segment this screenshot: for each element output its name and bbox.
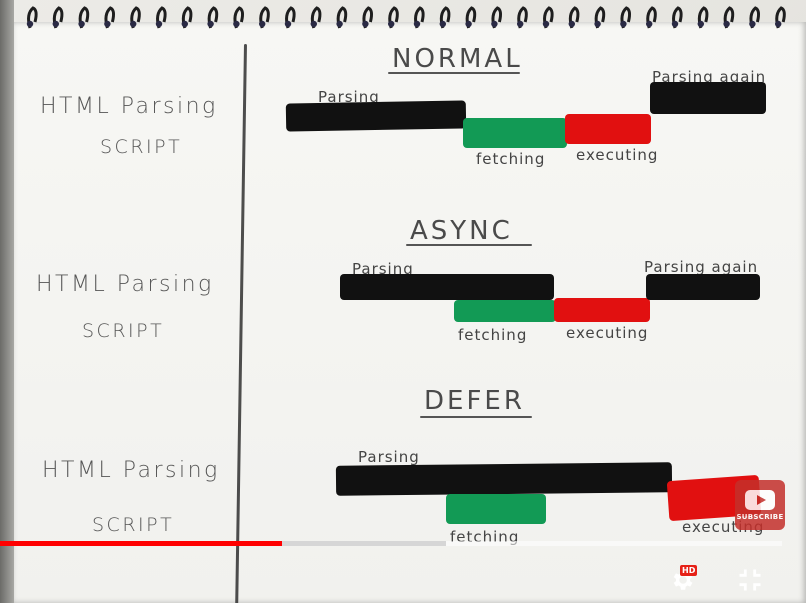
section-defer-fetching-bar [446,494,546,524]
spiral-hole [336,20,343,28]
section-defer-parsing-bar [335,462,673,496]
section-async-label-html-parsing: HTML Parsing [36,272,214,297]
section-defer-label-html-parsing: HTML Parsing [42,458,220,483]
section-async-executing-label: executing [566,324,649,342]
section-defer-parsing-label: Parsing [358,448,420,466]
section-async-label-script: SCRIPT [82,320,165,342]
section-normal-executing-bar [565,114,651,144]
section-normal-parsing-bar [285,100,467,132]
spiral-hole [620,20,627,28]
section-async-title: ASYNC [410,216,513,246]
spiral-hole [697,20,704,28]
section-async-title-underline [406,244,532,246]
spiral-hole [104,20,111,28]
section-defer-title: DEFER [424,386,525,416]
spiral-hole [594,20,601,28]
section-normal-fetching-label: fetching [476,150,546,168]
spiral-hole [181,20,188,28]
spiral-hole [78,20,85,28]
spiral-hole [26,20,34,28]
spiral-hole [439,20,446,28]
progress-bar[interactable] [0,541,782,546]
spiral-binding [26,6,786,29]
spiral-hole [491,20,498,28]
spiral-hole [310,20,317,28]
section-defer-label-script: SCRIPT [92,514,175,536]
hd-badge: HD [680,565,698,576]
section-normal-executing-label: executing [576,146,659,164]
section-async-fetching-bar [454,300,556,322]
video-player[interactable]: HTML Parsing SCRIPT HTML Parsing SCRIPT … [0,0,806,603]
spiral-hole [723,20,730,28]
subscribe-watermark-label: SUBSCRIBE [736,512,784,521]
spiral-hole [568,20,575,28]
spiral-hole [749,20,756,28]
spiral-hole [362,20,369,28]
spiral-hole [155,20,163,28]
section-normal-label-html-parsing: HTML Parsing [40,94,218,119]
section-async-executing-bar [554,298,650,322]
spiral-hole [233,20,240,28]
section-normal-fetching-bar [463,118,567,148]
spiral-hole [207,20,214,28]
spiral-hole [465,20,472,28]
spiral-hole [517,20,524,28]
section-normal-title: NORMAL [392,44,523,74]
spiral-hole [388,20,395,28]
subscribe-watermark[interactable]: SUBSCRIBE [735,480,785,530]
spiral-hole [646,20,653,28]
settings-button[interactable]: HD [664,562,700,598]
spiral-hole [52,20,59,28]
spiral-hole [259,20,266,28]
section-async-fetching-label: fetching [458,326,528,344]
spiral-hole [775,20,782,28]
section-defer-title-underline [420,416,532,418]
exit-fullscreen-icon [739,569,761,591]
section-normal-title-underline [388,72,520,74]
spiral-hole [671,20,679,28]
section-async-parsing-bar [340,274,554,300]
section-normal-parsing-again-bar [650,82,766,114]
notebook-edge [0,0,14,603]
exit-fullscreen-button[interactable] [732,562,768,598]
spiral-hole [284,20,292,28]
section-normal-label-script: SCRIPT [100,136,183,158]
spiral-hole [413,20,421,28]
spiral-hole [130,20,137,28]
spiral-hole [542,20,550,28]
section-async-parsing-again-bar [646,274,760,300]
youtube-play-icon [745,489,775,510]
progress-played [0,541,282,546]
